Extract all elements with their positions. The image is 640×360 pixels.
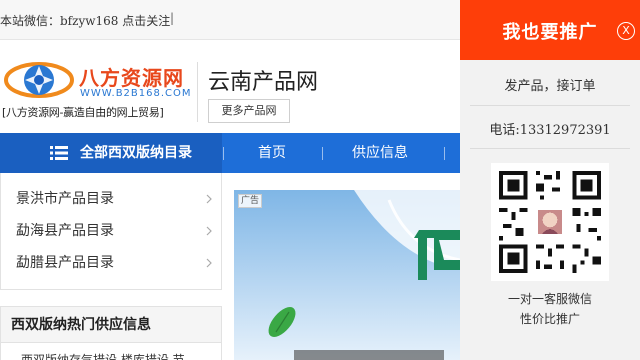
site-slogan: [八方资源网-赢造自由的网上贸易]	[2, 106, 164, 119]
category-item-label: 景洪市产品目录	[16, 191, 114, 207]
category-item-menghai[interactable]: 勐海县产品目录	[16, 215, 216, 247]
topbar-separator: |	[170, 11, 175, 25]
wechat-follow-link[interactable]: 本站微信：bfzyw168 点击关注	[0, 12, 170, 29]
category-item-label: 勐腊县产品目录	[16, 255, 114, 271]
qr-code-icon	[491, 163, 609, 281]
promo-panel: 我也要推广 X 发产品，接订单 电话:13312972391 一对一客服微信 性…	[460, 0, 640, 360]
promo-header: 我也要推广 X	[460, 0, 640, 60]
promo-banner-image[interactable]	[234, 190, 460, 360]
chevron-right-icon	[206, 194, 212, 204]
all-categories-menu[interactable]: 全部西双版纳目录	[0, 133, 222, 173]
category-list: 景洪市产品目录 勐海县产品目录 勐腊县产品目录	[0, 173, 222, 290]
site-logo[interactable]: 八方资源网 WWW.B2B168.COM	[4, 58, 192, 102]
logo-url: WWW.B2B168.COM	[80, 88, 192, 99]
brand-divider	[197, 62, 198, 122]
category-item-label: 勐海县产品目录	[16, 223, 114, 239]
nav-item-supply[interactable]: 供应信息	[352, 133, 408, 173]
nav-divider	[223, 147, 224, 160]
main-nav: 全部西双版纳目录 首页 供应信息	[0, 133, 460, 173]
hot-supply-item[interactable]: 西双版纳存气措设 楼库措设 节	[21, 351, 185, 360]
logo-name: 八方资源网	[79, 66, 184, 90]
qr-subcaption: 性价比推广	[519, 312, 580, 326]
promo-title[interactable]: 我也要推广	[460, 18, 640, 44]
close-icon[interactable]: X	[617, 22, 635, 40]
category-item-jinghong[interactable]: 景洪市产品目录	[16, 183, 216, 215]
nav-item-home[interactable]: 首页	[258, 133, 286, 173]
promo-divider	[470, 148, 630, 149]
ad-badge: 广告	[238, 194, 262, 208]
page-title: 云南产品网	[208, 70, 319, 95]
promo-phone: 电话:13312972391	[489, 123, 611, 138]
category-item-mengla[interactable]: 勐腊县产品目录	[16, 247, 216, 279]
promo-divider	[470, 105, 630, 106]
globe-logo-icon	[4, 62, 74, 98]
all-categories-label: 全部西双版纳目录	[80, 145, 192, 161]
chevron-right-icon	[206, 258, 212, 268]
promo-tagline: 发产品，接订单	[504, 79, 596, 94]
more-products-button[interactable]: 更多产品网	[208, 99, 290, 123]
hot-supply-title: 西双版纳热门供应信息	[1, 307, 221, 343]
nav-divider	[322, 147, 323, 160]
chevron-right-icon	[206, 226, 212, 236]
hot-supply-panel: 西双版纳热门供应信息 西双版纳存气措设 楼库措设 节	[0, 306, 222, 360]
qr-caption: 一对一客服微信	[507, 292, 592, 306]
list-icon	[50, 146, 68, 160]
nav-divider	[444, 147, 445, 160]
